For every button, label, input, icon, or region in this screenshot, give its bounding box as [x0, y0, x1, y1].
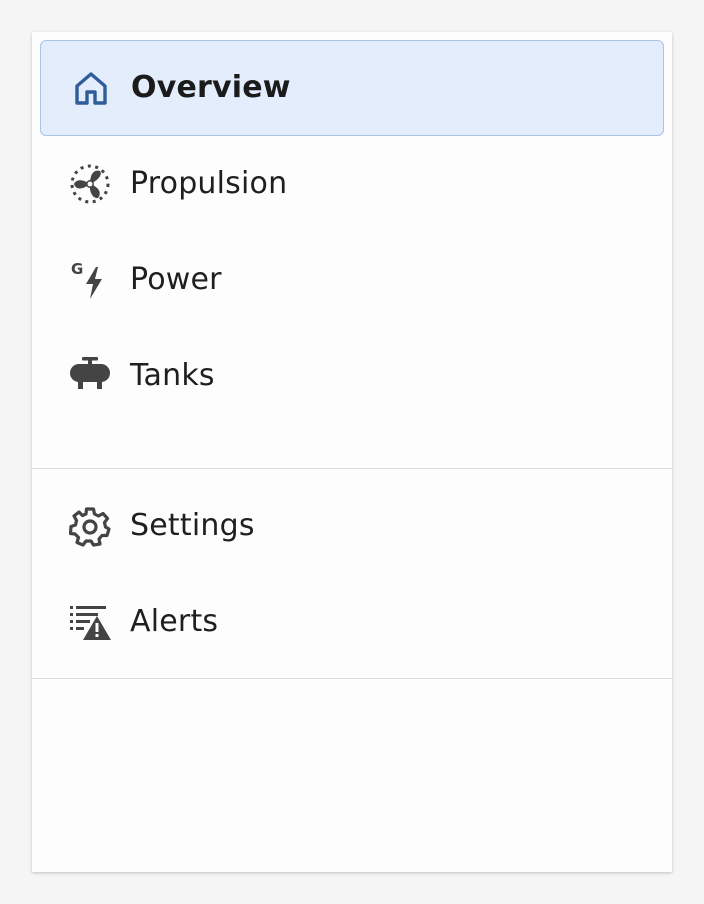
gear-icon — [68, 504, 112, 548]
nav-item-alerts[interactable]: Alerts — [32, 574, 672, 670]
nav-divider — [32, 678, 672, 679]
nav-item-label: Propulsion — [130, 165, 288, 201]
nav-item-settings[interactable]: Settings — [32, 478, 672, 574]
home-icon — [69, 66, 113, 110]
nav-item-label: Power — [130, 261, 222, 297]
svg-text:G: G — [71, 260, 83, 278]
primary-nav-group: Overview Propulsion G Power Tanks — [32, 40, 672, 424]
nav-item-propulsion[interactable]: Propulsion — [32, 136, 672, 232]
nav-divider — [32, 468, 672, 469]
generator-bolt-icon: G — [68, 258, 112, 302]
tank-icon — [68, 354, 112, 398]
nav-item-label: Tanks — [130, 357, 215, 393]
nav-item-label: Settings — [130, 507, 255, 543]
nav-item-overview[interactable]: Overview — [40, 40, 664, 136]
nav-item-tanks[interactable]: Tanks — [32, 328, 672, 424]
nav-item-label: Alerts — [130, 603, 219, 639]
nav-item-label: Overview — [131, 69, 291, 105]
fan-icon — [68, 162, 112, 206]
alert-list-icon — [68, 600, 112, 644]
secondary-nav-group: Settings Alerts — [32, 478, 672, 670]
nav-item-power[interactable]: G Power — [32, 232, 672, 328]
side-navigation: Overview Propulsion G Power Tanks Settin… — [32, 32, 672, 872]
